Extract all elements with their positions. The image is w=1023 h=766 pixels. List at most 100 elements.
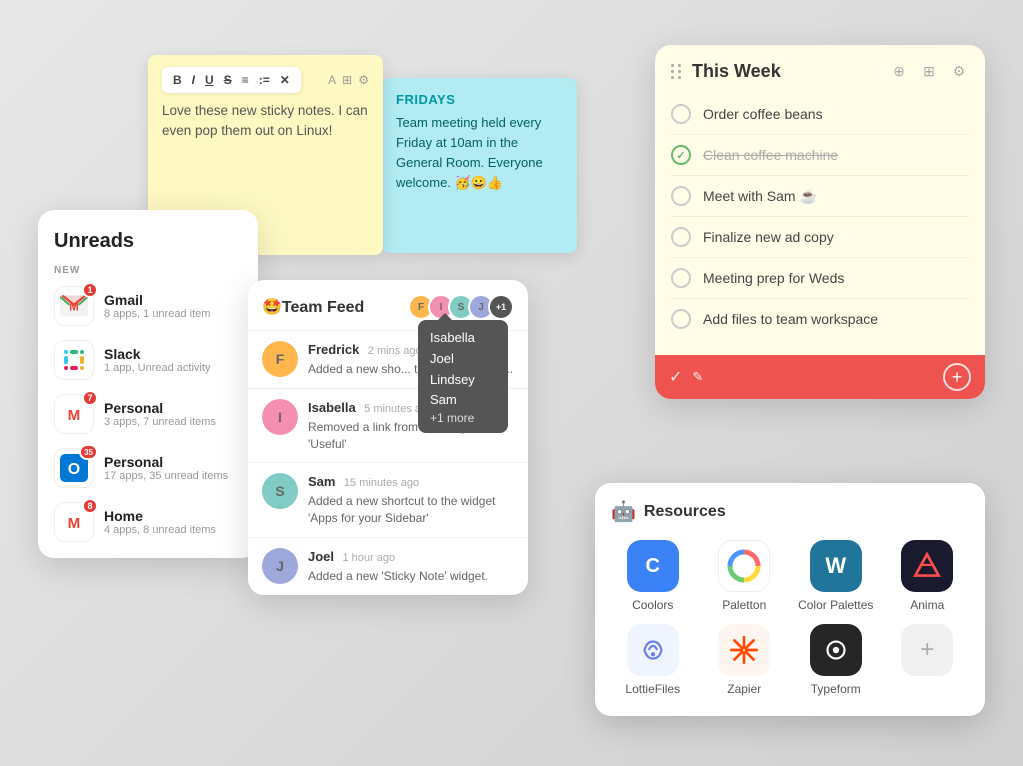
sam-content: Sam 15 minutes ago Added a new shortcut … xyxy=(308,473,514,527)
unread-item-personal2[interactable]: O 35 Personal 17 apps, 35 unread items xyxy=(54,448,242,488)
unread-item-gmail[interactable]: M 1 Gmail 8 apps, 1 unread item xyxy=(54,286,242,326)
resource-zapier[interactable]: Zapier xyxy=(703,624,787,696)
lottie-name: LottieFiles xyxy=(625,682,680,696)
task-checkbox-1[interactable] xyxy=(671,104,691,124)
strikethrough-tool[interactable]: S xyxy=(221,71,235,89)
clear-tool[interactable]: ✕ xyxy=(277,71,293,89)
anima-name: Anima xyxy=(910,598,944,612)
typeform-icon xyxy=(810,624,862,676)
home-icon-wrapper: M 8 xyxy=(54,502,94,542)
color-palettes-name: Color Palettes xyxy=(798,598,873,612)
unreads-title: Unreads xyxy=(54,230,242,253)
tooltip-popup: Isabella Joel Lindsey Sam +1 more xyxy=(418,320,508,433)
resource-paletton[interactable]: Paletton xyxy=(703,540,787,612)
home-info: Home 4 apps, 8 unread items xyxy=(104,508,216,536)
task-item-6[interactable]: Add files to team workspace xyxy=(671,299,969,339)
sam-name: Sam xyxy=(308,474,335,489)
sticky-action-icons: A ⊞ ⚙ xyxy=(328,73,369,87)
task-checkbox-5[interactable] xyxy=(671,268,691,288)
gmail-icon-wrapper: M 1 xyxy=(54,286,94,326)
settings-icon[interactable]: ⚙ xyxy=(949,62,969,82)
edit-footer-icon[interactable]: ✎ xyxy=(692,369,703,385)
personal2-info: Personal 17 apps, 35 unread items xyxy=(104,454,228,482)
slack-icon-wrapper xyxy=(54,340,94,380)
tooltip-more: +1 more xyxy=(430,411,496,425)
sam-avatar: S xyxy=(262,473,298,509)
expand-icon[interactable]: ⊞ xyxy=(342,73,352,87)
resources-card: 🤖 Resources C Coolors Paletton xyxy=(595,483,985,716)
team-feed-avatars: F I S J +1 xyxy=(408,294,514,320)
resource-lottie[interactable]: LottieFiles xyxy=(611,624,695,696)
personal1-badge: 7 xyxy=(82,390,98,406)
task-item-2[interactable]: Clean coffee machine xyxy=(671,135,969,176)
this-week-title: This Week xyxy=(692,61,781,82)
this-week-footer: ✓ ✎ + xyxy=(655,355,985,399)
sticky-tools: B I U S ≡ := ✕ xyxy=(162,67,301,93)
resource-typeform[interactable]: Typeform xyxy=(794,624,878,696)
fredrick-avatar: F xyxy=(262,341,298,377)
task-checkbox-4[interactable] xyxy=(671,227,691,247)
resources-title: Resources xyxy=(644,503,726,521)
italic-tool[interactable]: I xyxy=(189,71,198,89)
personal2-desc: 17 apps, 35 unread items xyxy=(104,470,228,482)
coolors-icon: C xyxy=(627,540,679,592)
home-name: Home xyxy=(104,508,216,524)
coolors-name: Coolors xyxy=(632,598,673,612)
drag-handle[interactable] xyxy=(671,64,682,79)
resource-coolors[interactable]: C Coolors xyxy=(611,540,695,612)
resources-header: 🤖 Resources xyxy=(611,499,969,524)
sticky-blue-body: Team meeting held every Friday at 10am i… xyxy=(396,113,563,194)
task-checkbox-6[interactable] xyxy=(671,309,691,329)
sam-text: Added a new shortcut to the widget 'Apps… xyxy=(308,493,514,527)
unreads-card: Unreads NEW M 1 Gmail 8 apps, 1 unread i… xyxy=(38,210,258,558)
add-task-icon[interactable]: ⊕ xyxy=(889,62,909,82)
joel-name: Joel xyxy=(308,549,334,564)
joel-text: Added a new 'Sticky Note' widget. xyxy=(308,568,488,585)
task-label-4: Finalize new ad copy xyxy=(703,229,834,245)
gmail-info: Gmail 8 apps, 1 unread item xyxy=(104,292,210,320)
unread-item-home[interactable]: M 8 Home 4 apps, 8 unread items xyxy=(54,502,242,542)
resources-emoji: 🤖 xyxy=(611,499,636,524)
home-badge: 8 xyxy=(82,498,98,514)
expand-icon[interactable]: ⊞ xyxy=(919,62,939,82)
svg-text:M: M xyxy=(68,515,81,532)
list-tool[interactable]: ≡ xyxy=(239,71,252,89)
task-item-1[interactable]: Order coffee beans xyxy=(671,94,969,135)
task-item-5[interactable]: Meeting prep for Weds xyxy=(671,258,969,299)
task-item-4[interactable]: Finalize new ad copy xyxy=(671,217,969,258)
isabella-avatar: I xyxy=(262,399,298,435)
resource-color-palettes[interactable]: W Color Palettes xyxy=(794,540,878,612)
unread-item-slack[interactable]: Slack 1 app, Unread activity xyxy=(54,340,242,380)
resource-add-button[interactable]: + xyxy=(886,624,970,696)
task-label-6: Add files to team workspace xyxy=(703,311,878,327)
home-desc: 4 apps, 8 unread items xyxy=(104,524,216,536)
task-list: Order coffee beans Clean coffee machine … xyxy=(655,90,985,355)
zapier-name: Zapier xyxy=(727,682,761,696)
task-checkbox-2[interactable] xyxy=(671,145,691,165)
tooltip-name-isabella: Isabella xyxy=(430,328,496,349)
joel-time: 1 hour ago xyxy=(342,552,395,564)
font-icon[interactable]: A xyxy=(328,73,336,87)
gmail-name: Gmail xyxy=(104,292,210,308)
svg-text:M: M xyxy=(69,301,79,314)
footer-add-button[interactable]: + xyxy=(943,363,971,391)
personal1-name: Personal xyxy=(104,400,216,416)
check-footer-icon[interactable]: ✓ xyxy=(669,367,682,387)
tooltip-name-sam: Sam xyxy=(430,390,496,411)
unread-item-personal1[interactable]: M 7 Personal 3 apps, 7 unread items xyxy=(54,394,242,434)
joel-content: Joel 1 hour ago Added a new 'Sticky Note… xyxy=(308,548,488,585)
bold-tool[interactable]: B xyxy=(170,71,185,89)
task-checkbox-3[interactable] xyxy=(671,186,691,206)
gmail-badge: 1 xyxy=(82,282,98,298)
task-item-3[interactable]: Meet with Sam ☕ xyxy=(671,176,969,217)
ordered-list-tool[interactable]: := xyxy=(256,71,273,89)
this-week-actions: ⊕ ⊞ ⚙ xyxy=(889,62,969,82)
underline-tool[interactable]: U xyxy=(202,71,217,89)
resource-anima[interactable]: Anima xyxy=(886,540,970,612)
task-label-2: Clean coffee machine xyxy=(703,147,838,163)
tooltip-name-joel: Joel xyxy=(430,349,496,370)
add-resource-icon[interactable]: + xyxy=(901,624,953,676)
settings-icon[interactable]: ⚙ xyxy=(358,73,369,87)
anima-icon xyxy=(901,540,953,592)
unreads-section-label: NEW xyxy=(54,265,242,276)
